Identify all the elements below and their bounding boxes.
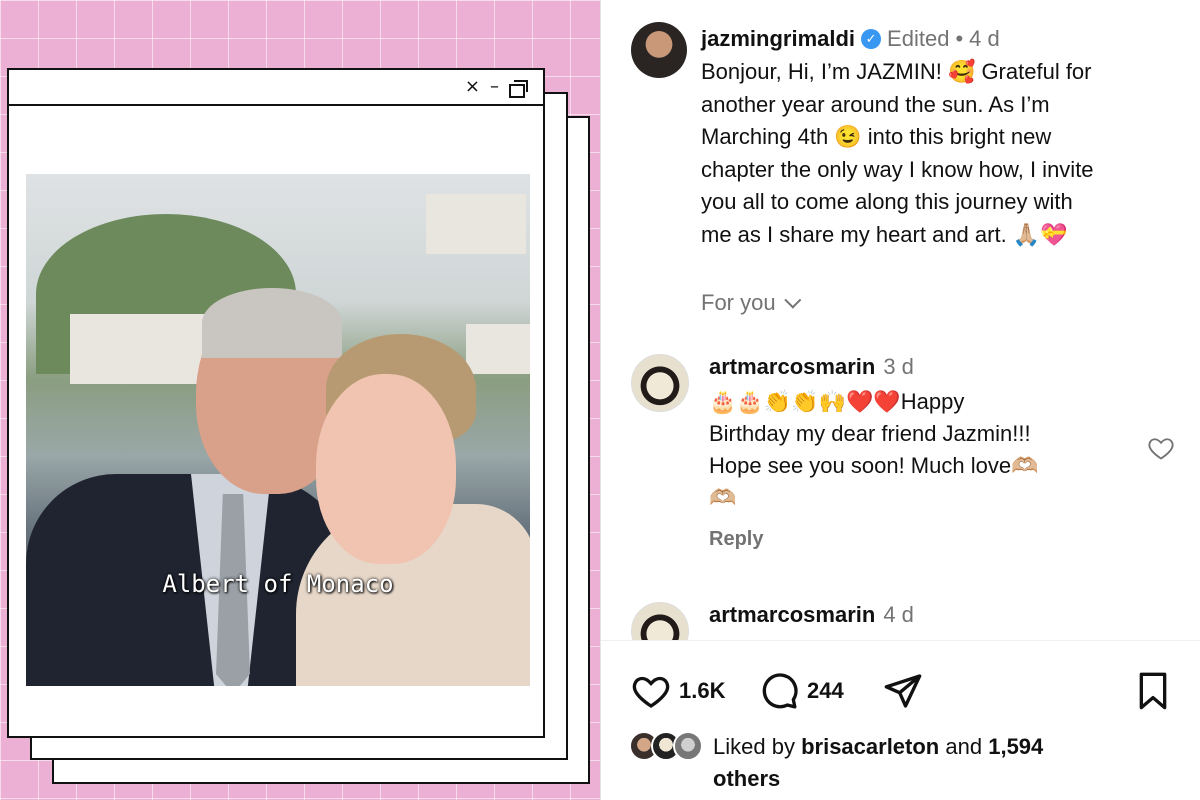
comment-bubble-icon[interactable] [759, 671, 799, 711]
comment-time: 3 d [883, 354, 914, 379]
liked-by-text: Liked by brisacarleton and 1,594 others [713, 731, 1043, 795]
caption-line: Marching 4th 😉 into this bright new [701, 124, 1052, 149]
comment-text: 🎂🎂👏👏🙌❤️❤️Happy Birthday my dear friend J… [709, 386, 1129, 514]
reply-button[interactable]: Reply [709, 528, 763, 551]
caption-line: you all to come along this journey with [701, 189, 1073, 214]
comment-line: 🎂🎂👏👏🙌❤️❤️Happy [709, 389, 965, 414]
comment-like-icon[interactable] [1147, 434, 1175, 462]
comment-header: artmarcosmarin 4 d [709, 602, 914, 628]
actions-bar: 1.6K 244 Liked by brisacarleton and 1,59… [601, 640, 1200, 800]
post-caption: Bonjour, Hi, I’m JAZMIN! 🥰 Grateful for … [701, 56, 1181, 251]
post-header: jazmingrimaldi ✓ Edited • 4 d [701, 26, 1000, 52]
comment-line: Birthday my dear friend Jazmin!!! [709, 421, 1031, 446]
comments-count: 244 [807, 678, 844, 703]
comment-time: 4 d [883, 602, 914, 627]
comment-line: Hope see you soon! Much love🫶🏼 [709, 453, 1039, 478]
building [466, 324, 530, 374]
chevron-down-icon [783, 291, 801, 309]
edited-label: Edited [887, 26, 950, 51]
caption-line: Bonjour, Hi, I’m JAZMIN! 🥰 Grateful for [701, 59, 1092, 84]
save-action[interactable] [1135, 671, 1171, 711]
likes-count: 1.6K [679, 678, 726, 703]
comment-header: artmarcosmarin 3 d [709, 354, 914, 380]
liked-by[interactable]: Liked by brisacarleton and 1,594 others [629, 731, 1169, 795]
window-frame-front: × – Albert of Monaco [7, 68, 545, 738]
building [70, 314, 210, 384]
liked-by-others-count[interactable]: 1,594 [988, 734, 1043, 759]
for-you-label: For you [701, 290, 776, 315]
comment-line: 🫶🏼 [709, 485, 737, 510]
for-you-toggle[interactable]: For you [701, 290, 801, 316]
verified-badge-icon: ✓ [861, 29, 882, 49]
building [426, 194, 526, 254]
share-action[interactable] [883, 671, 923, 711]
caption-line: another year around the sun. As I’m [701, 91, 1050, 117]
heart-icon[interactable] [631, 671, 671, 711]
liked-by-user[interactable]: brisacarleton [801, 734, 939, 759]
post-media[interactable]: × – Albert of Monaco [0, 0, 600, 800]
separator-dot: • [955, 26, 964, 51]
liked-by-others-label[interactable]: others [713, 766, 780, 791]
bookmark-icon[interactable] [1135, 671, 1171, 711]
post-time: 4 d [969, 26, 1000, 51]
liked-by-prefix: Liked by [713, 734, 795, 759]
liker-avatars [629, 731, 703, 761]
woman-face [316, 374, 456, 564]
commenter-username[interactable]: artmarcosmarin [709, 602, 875, 628]
author-avatar[interactable] [631, 22, 687, 78]
commenter-avatar[interactable] [631, 354, 689, 412]
comment: artmarcosmarin 3 d 🎂🎂👏👏🙌❤️❤️Happy Birthd… [631, 354, 1191, 554]
restore-icon [509, 80, 528, 98]
liker-avatar [673, 731, 703, 761]
window-titlebar: × – [9, 70, 543, 106]
caption-line: chapter the only way I know how, I invit… [701, 156, 1094, 182]
photo-caption: Albert of Monaco [162, 570, 394, 598]
like-action[interactable]: 1.6K [631, 671, 725, 711]
comment: artmarcosmarin 4 d [631, 602, 1191, 660]
liked-by-and: and [945, 734, 983, 759]
comment-action[interactable]: 244 [759, 671, 844, 711]
close-icon: × [464, 76, 480, 97]
caption-line: me as I share my heart and art. 🙏🏼💝 [701, 221, 1068, 247]
commenter-username[interactable]: artmarcosmarin [709, 354, 875, 380]
man-hair [202, 288, 342, 358]
author-username[interactable]: jazmingrimaldi [701, 26, 855, 52]
post-photo: Albert of Monaco [26, 174, 530, 686]
minimize-icon: – [490, 76, 499, 97]
share-icon[interactable] [883, 671, 923, 711]
post-panel: jazmingrimaldi ✓ Edited • 4 d Bonjour, H… [600, 0, 1200, 800]
